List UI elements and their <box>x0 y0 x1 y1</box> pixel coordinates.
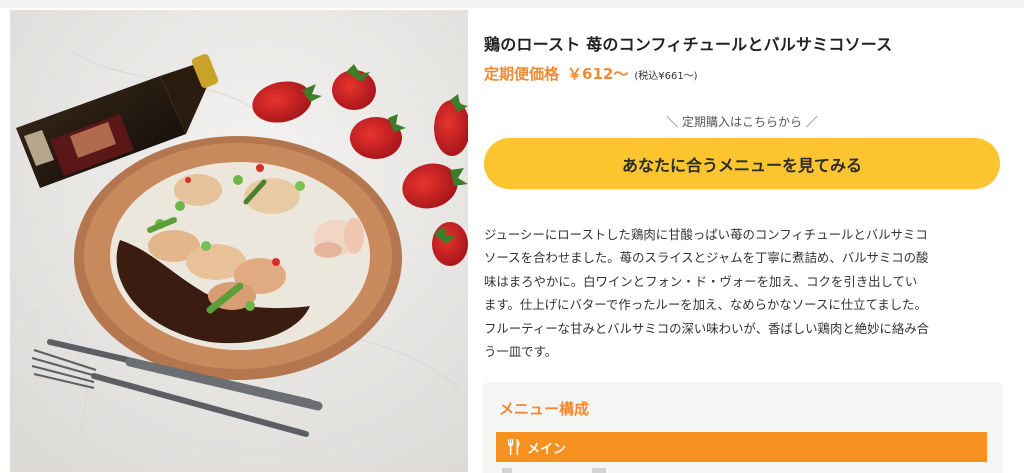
description-line: ジューシーにローストした鶏肉に甘酸っぱい苺のコンフィチュールとバルサミコ <box>484 227 928 242</box>
menu-list-peek <box>496 466 987 473</box>
price-row: 定期便価格 ￥612〜 (税込¥661〜) <box>484 63 698 84</box>
tax-included-note: (税込¥661〜) <box>634 71 698 82</box>
description-line: フルーティーな甘みとバルサミコの深い味わいが、香ばしい鶏肉と絶妙に絡み合 <box>484 320 930 336</box>
description-line: 味はまろやかに。白ワインとフォン・ド・ヴォーを加え、コクを引き出してい <box>484 273 918 289</box>
page-top-border <box>0 0 1024 8</box>
subscribe-caption: ＼ 定期購入はこちらから ／ <box>666 115 818 129</box>
find-menu-button[interactable]: あなたに合うメニューを見てみる <box>484 138 1000 189</box>
description-line: う一皿です。 <box>484 344 558 360</box>
description-line: ます。仕上げにバターで作ったルーを加え、なめらかなソースに仕立てました。 <box>484 297 927 313</box>
product-photo <box>10 10 468 472</box>
price-label: 定期便価格 <box>484 65 560 83</box>
plate-image <box>74 136 402 380</box>
product-description: ジューシーにローストした鶏肉に甘酸っぱい苺のコンフィチュールとバルサミコ ソース… <box>484 223 1004 363</box>
product-title: 鶏のロースト 苺のコンフィチュールとバルサミコソース <box>484 35 893 54</box>
price-value: ￥612〜 <box>567 65 629 83</box>
description-line: ソースを合わせました。苺のスライスとジャムを丁寧に煮詰め、バルサミコの酸 <box>484 250 929 266</box>
main-dish-bar: メイン <box>496 432 987 462</box>
menu-composition-heading: メニュー構成 <box>499 400 590 418</box>
fork-knife-icon <box>508 439 520 455</box>
main-dish-label: メイン <box>527 441 567 457</box>
